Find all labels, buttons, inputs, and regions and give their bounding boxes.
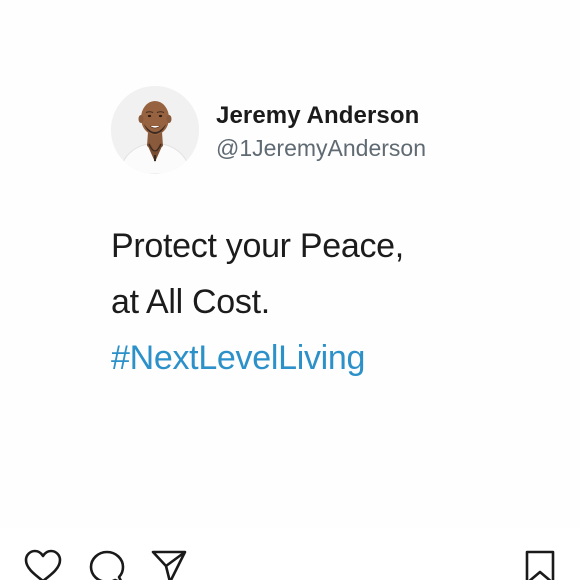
tweet-line-1: Protect your Peace, xyxy=(111,227,404,265)
hashtag-link[interactable]: #NextLevelLiving xyxy=(111,330,404,386)
like-button[interactable] xyxy=(24,549,62,580)
bookmark-button[interactable] xyxy=(522,550,560,580)
comment-icon xyxy=(88,550,126,580)
share-button[interactable] xyxy=(150,550,188,580)
tweet-image: Jeremy Anderson @1JeremyAnderson Protect… xyxy=(0,0,580,528)
post-action-bar xyxy=(0,528,580,580)
comment-button[interactable] xyxy=(88,550,126,580)
instagram-post: Jeremy Anderson @1JeremyAnderson Protect… xyxy=(0,0,580,580)
author-name: Jeremy Anderson xyxy=(216,102,420,129)
tweet-text: Protect your Peace, at All Cost. #NextLe… xyxy=(111,218,404,386)
author-handle: @1JeremyAnderson xyxy=(216,135,426,161)
tweet-line-2: at All Cost. xyxy=(111,283,270,321)
avatar xyxy=(111,86,199,174)
bookmark-icon xyxy=(522,550,560,580)
share-icon xyxy=(150,550,188,580)
heart-icon xyxy=(24,549,62,580)
